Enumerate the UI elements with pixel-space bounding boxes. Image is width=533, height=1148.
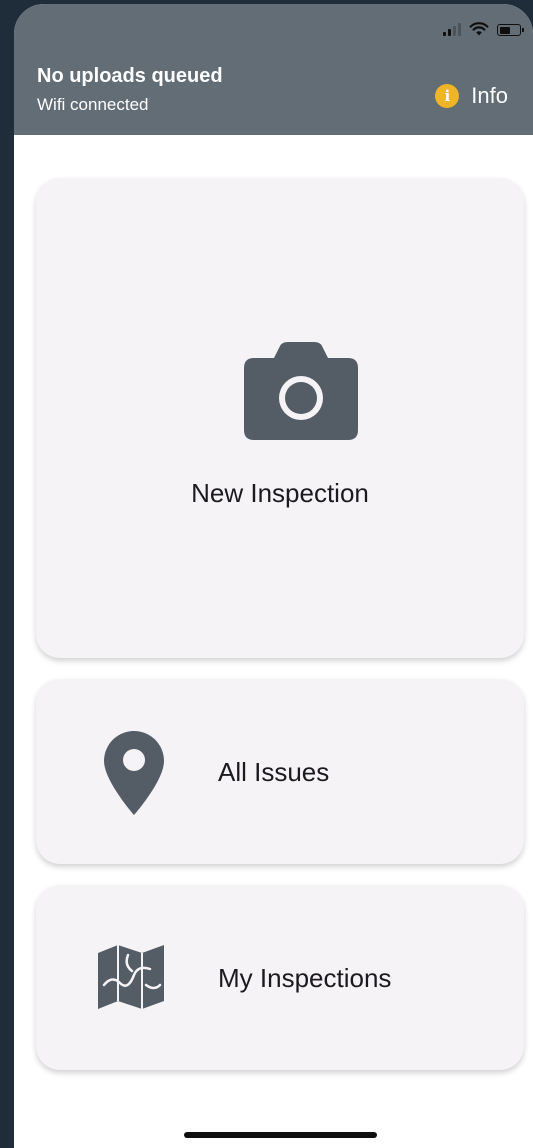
my-inspections-button[interactable]: My Inspections [36, 885, 524, 1070]
my-inspections-label: My Inspections [218, 963, 392, 993]
status-bar [443, 22, 524, 36]
camera-icon [244, 342, 358, 440]
info-icon: i [435, 84, 460, 108]
info-label: Info [471, 83, 508, 108]
upload-status-title: No uploads queued [37, 65, 223, 87]
all-issues-button[interactable]: All Issues [36, 679, 524, 864]
map-pin-icon [104, 731, 164, 815]
upload-status-header: No uploads queued Wifi connected i Info [14, 4, 533, 135]
new-inspection-label: New Inspection [191, 478, 369, 508]
app-screen: No uploads queued Wifi connected i Info … [14, 4, 533, 1148]
info-button[interactable]: i Info [435, 83, 508, 109]
new-inspection-button[interactable]: New Inspection [36, 178, 524, 658]
connection-status: Wifi connected [37, 95, 149, 114]
wifi-icon [469, 22, 489, 36]
map-icon [98, 945, 164, 1009]
all-issues-label: All Issues [218, 757, 330, 787]
battery-icon [497, 24, 524, 36]
cellular-signal-icon [443, 22, 461, 36]
home-indicator[interactable] [184, 1132, 377, 1138]
